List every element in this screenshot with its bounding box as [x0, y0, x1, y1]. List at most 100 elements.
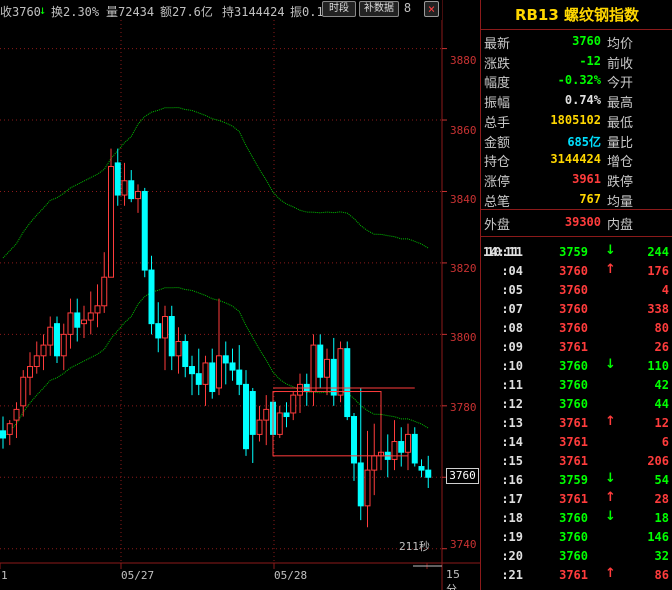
candle-body — [87, 312, 94, 321]
tick-row[interactable]: :09 3761 26 — [481, 338, 672, 357]
candle — [182, 334, 189, 378]
tick-volume: 42 — [654, 378, 669, 392]
quote-label: 涨停 — [484, 174, 511, 190]
period-selector[interactable]: 15分 — [446, 568, 460, 590]
candle — [135, 184, 141, 213]
candle — [114, 148, 121, 206]
tick-direction-icon: ↓ — [605, 471, 616, 486]
tick-direction-icon: ↓ — [605, 509, 616, 524]
amplitude-readout: 振0.1 — [290, 5, 324, 19]
tick-row[interactable]: :14 3761 6 — [481, 433, 672, 452]
tick-volume: 86 — [654, 568, 669, 582]
tick-time: :12 — [501, 397, 523, 411]
candle — [141, 187, 148, 278]
candle-body — [6, 423, 13, 435]
tick-row[interactable]: :17 3761 ↑ 28 — [481, 490, 672, 509]
last-price-tag: 3760 — [446, 468, 479, 484]
kline-chart[interactable] — [0, 0, 480, 590]
candle-body — [249, 391, 256, 435]
candle — [155, 302, 162, 353]
quote-value: 685亿 — [567, 134, 601, 149]
candle-body — [33, 355, 40, 368]
tick-volume: 80 — [654, 321, 669, 335]
tick-price: 3761 — [559, 340, 588, 354]
tick-row[interactable]: :07 3760 338 — [481, 300, 672, 319]
candle-body — [357, 462, 364, 507]
candle — [94, 284, 101, 328]
tick-volume: 18 — [654, 511, 669, 525]
outer-value: 39300 — [564, 215, 601, 229]
instrument-title: RB13 螺纹钢指数 — [481, 0, 672, 30]
candle — [128, 170, 135, 203]
candle-body — [398, 441, 405, 453]
quote-label: 涨跌 — [484, 56, 511, 72]
candle-body — [168, 316, 175, 357]
candle — [13, 402, 20, 438]
candle — [310, 334, 317, 406]
tick-row[interactable]: :21 3761 ↑ 86 — [481, 566, 672, 585]
tick-row[interactable]: :08 3760 80 — [481, 319, 672, 338]
kline-chart-area[interactable]: 收3760 ↓ 换2.30% 量72434 额27.6亿 持3144424 振0… — [0, 0, 480, 590]
tick-row[interactable]: :15 3761 206 — [481, 452, 672, 471]
quote-label: 金额 — [484, 135, 511, 151]
tick-row[interactable]: :18 3760 ↓ 18 — [481, 509, 672, 528]
tick-price: 3760 — [559, 397, 588, 411]
last-close-readout: 收3760 — [0, 5, 41, 19]
tick-direction-icon: ↑ — [605, 566, 616, 581]
candle — [243, 370, 249, 456]
candle-body — [20, 376, 27, 407]
candle-body — [47, 326, 54, 346]
candle — [47, 316, 54, 356]
candle-body — [216, 355, 222, 389]
tick-row[interactable]: :16 3759 ↓ 54 — [481, 471, 672, 490]
tick-row[interactable]: :13 3761 ↑ 12 — [481, 414, 672, 433]
close-icon[interactable]: × — [424, 1, 439, 17]
candle — [189, 355, 195, 396]
candle — [6, 420, 13, 446]
quote-value: 0.74% — [564, 93, 601, 108]
amount-readout: 额27.6亿 — [160, 5, 213, 19]
quote-label-2: 增仓 — [607, 155, 634, 171]
tick-time: :16 — [501, 473, 523, 487]
tick-price: 3761 — [559, 492, 588, 506]
y-tick-label: 3860 — [450, 124, 477, 137]
candle — [398, 427, 405, 467]
candle-body — [290, 394, 297, 414]
y-tick-label: 3840 — [450, 193, 477, 206]
quote-value: 1805102 — [550, 112, 601, 127]
quote-row: 幅度 -0.32% 今开 — [481, 70, 672, 91]
tick-volume: 338 — [647, 302, 669, 316]
tick-time: :04 — [501, 264, 523, 278]
tick-row[interactable]: :11 3760 42 — [481, 376, 672, 395]
candle — [330, 337, 337, 406]
quote-label-2: 最高 — [607, 96, 634, 112]
tick-volume: 28 — [654, 492, 669, 506]
tick-row[interactable]: :10 3760 ↓ 110 — [481, 357, 672, 376]
quote-value: 3961 — [572, 171, 601, 186]
tick-row[interactable]: 10:11 3759 ↓ 244 — [481, 243, 672, 262]
tick-volume: 12 — [654, 416, 669, 430]
tick-row[interactable]: :04 3760 ↑ 176 — [481, 262, 672, 281]
tick-row[interactable]: :20 3760 32 — [481, 547, 672, 566]
menu-indicator-icon[interactable]: 8 — [402, 1, 413, 17]
candle — [391, 420, 398, 471]
tick-row[interactable]: :12 3760 44 — [481, 395, 672, 414]
timeframe-button[interactable]: 时段 — [322, 1, 356, 17]
tick-row[interactable]: :05 3760 4 — [481, 281, 672, 300]
divider — [481, 236, 672, 237]
quote-row: 最新 3760 均价 — [481, 31, 672, 52]
candle — [411, 427, 418, 467]
supplement-data-button[interactable]: 补数据 — [359, 1, 399, 17]
candle — [209, 348, 216, 399]
candle-body — [405, 433, 411, 453]
tick-time: 10:11 — [486, 245, 523, 259]
candle — [351, 412, 357, 481]
candle-body — [0, 430, 6, 439]
quote-label-2: 均价 — [607, 37, 634, 52]
divider — [481, 209, 672, 210]
tick-row[interactable]: :19 3760 146 — [481, 528, 672, 547]
quote-label: 持仓 — [484, 155, 511, 171]
candle-body — [74, 312, 81, 328]
quote-label: 振幅 — [484, 96, 511, 112]
y-tick-label: 3800 — [450, 331, 477, 344]
